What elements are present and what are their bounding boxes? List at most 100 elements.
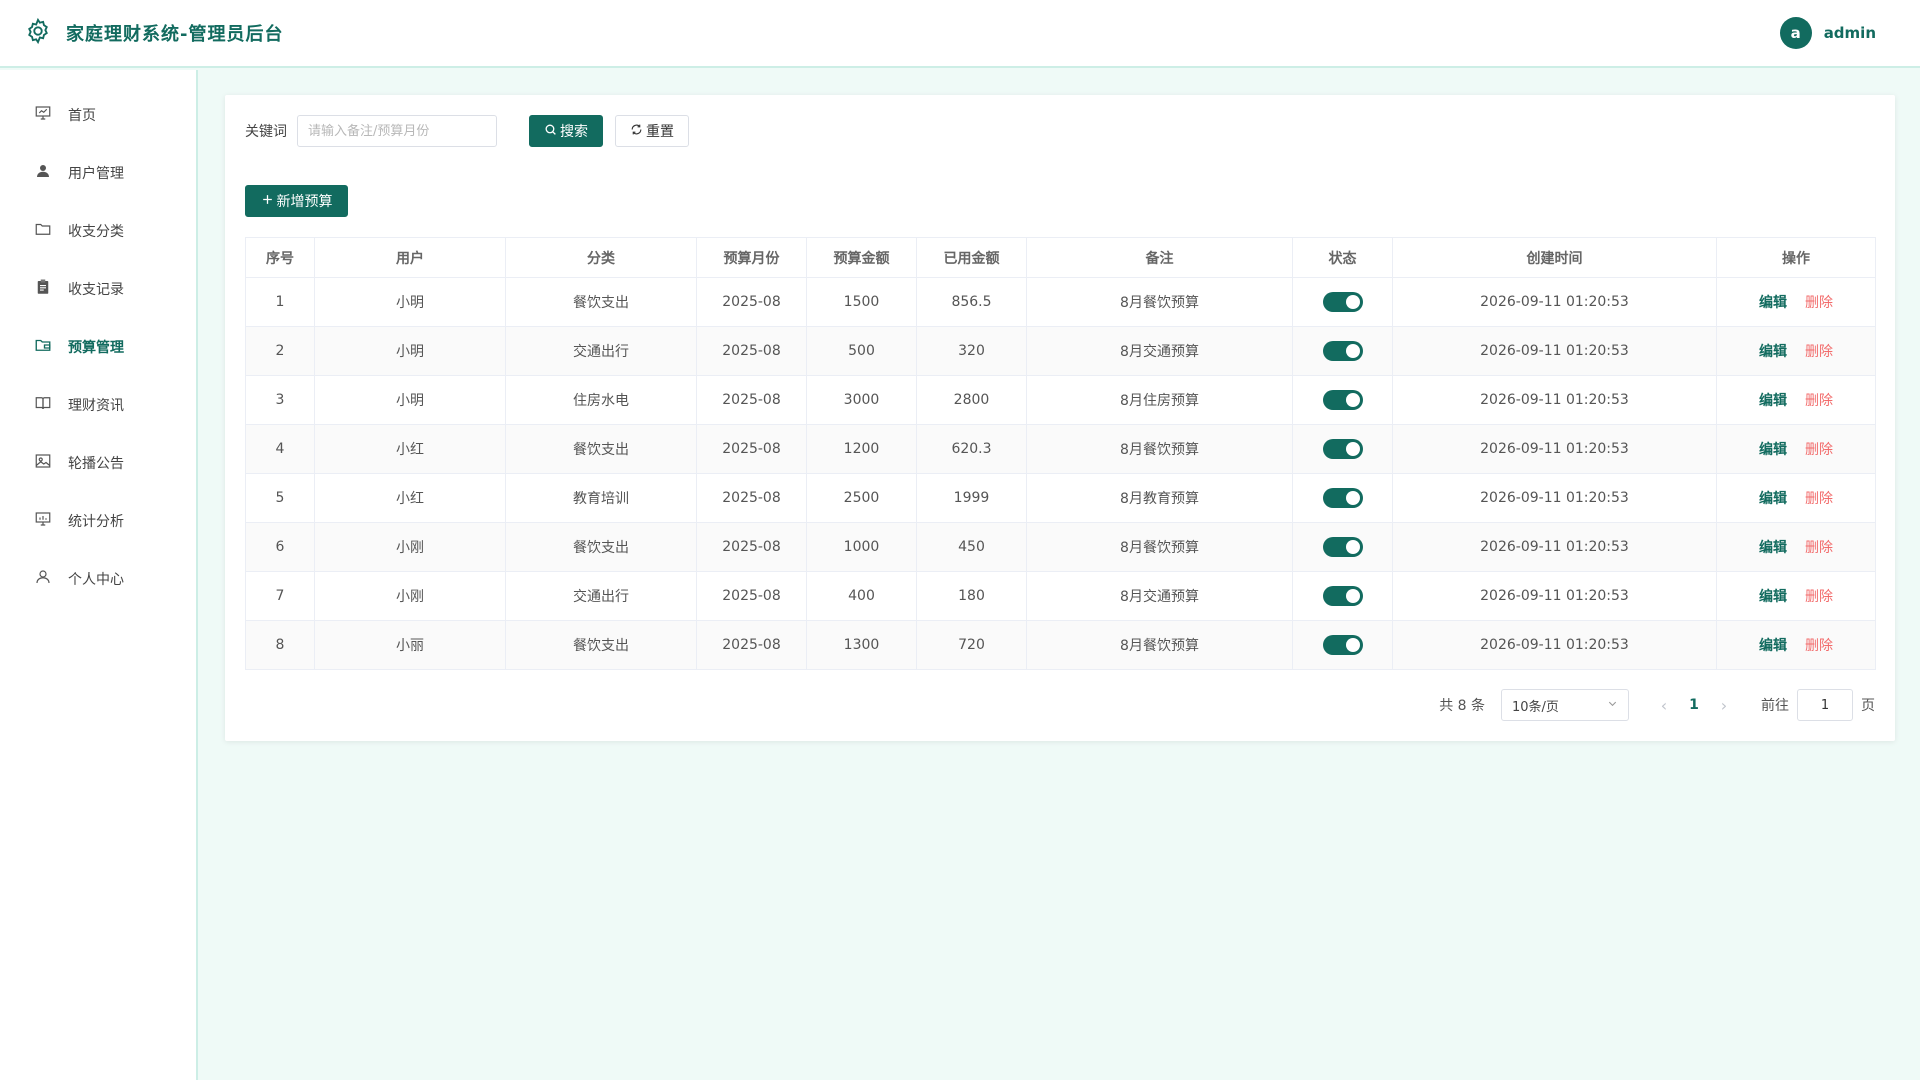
sidebar-item-home[interactable]: 首页 — [0, 86, 196, 144]
delete-button[interactable]: 删除 — [1805, 393, 1833, 409]
username[interactable]: admin — [1824, 24, 1876, 42]
cell-user: 小红 — [314, 424, 506, 474]
edit-button[interactable]: 编辑 — [1759, 540, 1787, 556]
chart-board-icon — [34, 510, 52, 532]
sidebar-item-news[interactable]: 理财资讯 — [0, 376, 196, 434]
cell-budget-amount: 1500 — [806, 277, 917, 327]
sidebar-item-categories[interactable]: 收支分类 — [0, 202, 196, 260]
edit-button[interactable]: 编辑 — [1759, 589, 1787, 605]
column-header: 已用金额 — [916, 237, 1027, 278]
cell-month: 2025-08 — [696, 277, 807, 327]
sidebar-item-profile[interactable]: 个人中心 — [0, 550, 196, 608]
person-outline-icon — [34, 568, 52, 590]
cell-remark: 8月住房预算 — [1026, 375, 1293, 425]
column-header: 创建时间 — [1392, 237, 1717, 278]
cell-category: 餐饮支出 — [505, 620, 697, 670]
book-icon — [34, 394, 52, 416]
folder-icon — [34, 220, 52, 242]
cell-user: 小刚 — [314, 571, 506, 621]
user-icon — [34, 162, 52, 184]
cell-user: 小刚 — [314, 522, 506, 572]
column-header: 分类 — [505, 237, 697, 278]
cell-category: 餐饮支出 — [505, 277, 697, 327]
cell-index: 5 — [245, 473, 315, 523]
add-budget-button[interactable]: 新增预算 — [245, 185, 348, 217]
page-suffix: 页 — [1861, 698, 1875, 714]
status-toggle[interactable] — [1322, 341, 1363, 361]
avatar[interactable]: a — [1779, 17, 1812, 49]
cell-user: 小明 — [314, 375, 506, 425]
plus-icon — [261, 193, 274, 210]
sidebar-item-label: 收支分类 — [68, 224, 124, 240]
keyword-input[interactable] — [297, 115, 497, 147]
delete-button[interactable]: 删除 — [1805, 491, 1833, 507]
pagination: 共 8 条 10条/页 ‹ 1 › 前往 页 — [1439, 689, 1875, 721]
budget-table: 序号 用户 分类 预算月份 预算金额 已用金额 备注 状态 创建时间 操作 1小… — [245, 237, 1876, 670]
status-toggle[interactable] — [1322, 439, 1363, 459]
prev-page-button[interactable]: ‹ — [1649, 696, 1679, 715]
cell-created-time: 2026-09-11 01:20:53 — [1392, 522, 1717, 572]
edit-button[interactable]: 编辑 — [1759, 393, 1787, 409]
search-button[interactable]: 搜索 — [529, 115, 603, 147]
page-size-select[interactable]: 10条/页 — [1501, 689, 1629, 721]
sidebar-item-users[interactable]: 用户管理 — [0, 144, 196, 202]
cell-category: 餐饮支出 — [505, 424, 697, 474]
status-toggle[interactable] — [1322, 586, 1363, 606]
status-toggle[interactable] — [1322, 488, 1363, 508]
cell-remark: 8月餐饮预算 — [1026, 277, 1293, 327]
cell-actions: 编辑 删除 — [1716, 473, 1876, 523]
edit-button[interactable]: 编辑 — [1759, 295, 1787, 311]
cell-status — [1292, 620, 1393, 670]
cell-index: 8 — [245, 620, 315, 670]
goto-page-input[interactable] — [1797, 689, 1853, 721]
cell-index: 2 — [245, 326, 315, 376]
sidebar-item-label: 个人中心 — [68, 572, 124, 588]
sidebar-item-records[interactable]: 收支记录 — [0, 260, 196, 318]
table-row: 8 小丽 餐饮支出 2025-08 1300 720 8月餐饮预算 2026-09-11 01… — [245, 620, 1876, 670]
cell-used-amount: 720 — [916, 620, 1027, 670]
sidebar-item-label: 收支记录 — [68, 282, 124, 298]
delete-button[interactable]: 删除 — [1805, 638, 1833, 654]
page-number-current[interactable]: 1 — [1679, 697, 1709, 713]
cell-category: 交通出行 — [505, 326, 697, 376]
clipboard-icon — [34, 278, 52, 300]
cell-created-time: 2026-09-11 01:20:53 — [1392, 375, 1717, 425]
user-menu[interactable]: a admin — [1779, 17, 1876, 49]
add-budget-label: 新增预算 — [276, 194, 333, 210]
delete-button[interactable]: 删除 — [1805, 344, 1833, 360]
reset-button[interactable]: 重置 — [615, 115, 689, 147]
table-row: 5 小红 教育培训 2025-08 2500 1999 8月教育预算 2026-09-11 0… — [245, 473, 1876, 523]
next-page-button[interactable]: › — [1709, 696, 1739, 715]
cell-user: 小红 — [314, 473, 506, 523]
cell-month: 2025-08 — [696, 424, 807, 474]
cell-used-amount: 1999 — [916, 473, 1027, 523]
status-toggle[interactable] — [1322, 390, 1363, 410]
delete-button[interactable]: 删除 — [1805, 540, 1833, 556]
table-row: 4 小红 餐饮支出 2025-08 1200 620.3 8月餐饮预算 2026-09-11 … — [245, 424, 1876, 474]
cell-category: 交通出行 — [505, 571, 697, 621]
cell-remark: 8月餐饮预算 — [1026, 620, 1293, 670]
sidebar-item-stats[interactable]: 统计分析 — [0, 492, 196, 550]
status-toggle[interactable] — [1322, 292, 1363, 312]
delete-button[interactable]: 删除 — [1805, 442, 1833, 458]
cell-month: 2025-08 — [696, 522, 807, 572]
cell-budget-amount: 1300 — [806, 620, 917, 670]
cell-remark: 8月教育预算 — [1026, 473, 1293, 523]
search-icon — [544, 123, 557, 140]
status-toggle[interactable] — [1322, 635, 1363, 655]
cell-remark: 8月交通预算 — [1026, 326, 1293, 376]
edit-button[interactable]: 编辑 — [1759, 442, 1787, 458]
cell-actions: 编辑 删除 — [1716, 375, 1876, 425]
sidebar-item-carousel[interactable]: 轮播公告 — [0, 434, 196, 492]
edit-button[interactable]: 编辑 — [1759, 638, 1787, 654]
sidebar-item-budget[interactable]: 预算管理 — [0, 318, 196, 376]
cell-created-time: 2026-09-11 01:20:53 — [1392, 473, 1717, 523]
top-header: 家庭理财系统-管理员后台 a admin — [0, 0, 1920, 68]
edit-button[interactable]: 编辑 — [1759, 344, 1787, 360]
delete-button[interactable]: 删除 — [1805, 589, 1833, 605]
edit-button[interactable]: 编辑 — [1759, 491, 1787, 507]
delete-button[interactable]: 删除 — [1805, 295, 1833, 311]
cell-index: 1 — [245, 277, 315, 327]
reset-button-label: 重置 — [646, 124, 674, 140]
status-toggle[interactable] — [1322, 537, 1363, 557]
